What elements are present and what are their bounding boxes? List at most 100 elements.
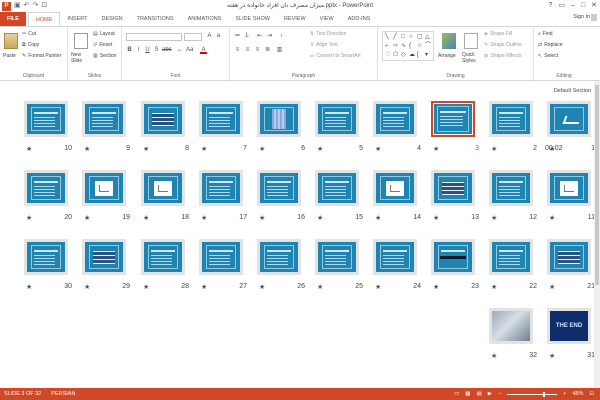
zoom-in-button[interactable]: + [563,388,566,400]
slide-thumbnail[interactable] [431,170,475,206]
slide-thumbnail[interactable] [257,101,301,137]
tab-view[interactable]: VIEW [313,12,341,26]
animation-star-icon[interactable]: ★ [26,145,32,153]
animation-star-icon[interactable]: ★ [259,283,265,291]
zoom-out-button[interactable]: − [498,388,501,400]
animation-star-icon[interactable]: ★ [375,283,381,291]
animation-star-icon[interactable]: ★ [201,145,207,153]
reset-button[interactable]: ↺ Reset [93,42,112,48]
replace-button[interactable]: ⇄ Replace [538,42,563,48]
convert-smartart-button[interactable]: ⚏ Convert to SmartArt [310,53,361,59]
arrange-icon[interactable] [442,33,456,49]
slide-thumbnail[interactable] [24,170,68,206]
animation-star-icon[interactable]: ★ [491,145,497,153]
slide-thumbnail[interactable] [315,170,359,206]
star-shape-icon[interactable]: ☆ [417,43,422,49]
rectangle-shape-icon[interactable]: □ [401,34,405,40]
slide-thumbnail[interactable] [489,170,533,206]
help-button[interactable]: ? [548,1,552,11]
slide-sorter-view-icon[interactable]: ▦ [465,388,470,400]
slide-thumbnail[interactable] [141,239,185,275]
copy-button[interactable]: ⧉ Copy [22,42,39,48]
slide-thumbnail[interactable] [141,170,185,206]
slide-thumbnail[interactable] [373,170,417,206]
vertical-scrollbar[interactable] [594,81,600,388]
slide-thumbnail[interactable] [431,239,475,275]
tab-slide-show[interactable]: SLIDE SHOW [228,12,277,26]
arrange-button[interactable]: Arrange [438,53,456,59]
animation-star-icon[interactable]: ★ [259,145,265,153]
animation-star-icon[interactable]: ★ [491,283,497,291]
bullets-icon[interactable]: ≔ [234,33,241,40]
more-shapes-icon[interactable]: ▾ [425,52,428,58]
rounded-rect-shape-icon[interactable]: ▢ [417,34,423,40]
quick-styles-button[interactable]: Quick Styles [462,52,482,64]
shadow-icon[interactable]: S [153,47,160,54]
slide-thumbnail[interactable] [141,101,185,137]
scrollbar-thumb[interactable] [595,85,599,285]
numbering-icon[interactable]: ⒈ [244,33,251,40]
animation-star-icon[interactable]: ★ [549,283,555,291]
underline-icon[interactable]: U [144,47,151,54]
tab-design[interactable]: DESIGN [95,12,130,26]
change-case-icon[interactable]: Aa [186,47,193,54]
minimize-button[interactable]: – [571,1,575,11]
reading-view-icon[interactable]: ▤ [477,388,482,400]
tab-home[interactable]: HOME [27,12,61,26]
align-center-icon[interactable]: ≡ [244,47,251,54]
slide-thumbnail[interactable] [24,239,68,275]
slide-thumbnail[interactable] [373,101,417,137]
arc-shape-icon[interactable]: ⌒ [425,43,431,49]
animation-star-icon[interactable]: ★ [143,145,149,153]
tab-transitions[interactable]: TRANSITIONS [130,12,181,26]
select-button[interactable]: ↖ Select [538,53,558,59]
new-slide-icon[interactable] [74,33,88,49]
slide-thumbnail[interactable] [82,101,126,137]
pentagon-shape-icon[interactable]: ⬠ [393,52,398,58]
triangle-shape-icon[interactable]: △ [425,34,430,40]
animation-star-icon[interactable]: ★ [491,214,497,222]
animation-star-icon[interactable]: ★ [26,214,32,222]
layout-button[interactable]: ▤ Layout [93,31,115,37]
slide-thumbnail[interactable] [547,239,591,275]
line-shape-icon-2[interactable]: ╱ [393,34,397,40]
shape-effects-button[interactable]: ◍ Shape Effects [484,53,521,59]
language-status[interactable]: PERSIAN [51,388,75,400]
zoom-level[interactable]: 48% [572,388,583,400]
animation-star-icon[interactable]: ★ [317,283,323,291]
slide-thumbnail[interactable]: THE END [547,308,591,344]
slide-thumbnail[interactable] [547,101,591,137]
columns-icon[interactable]: ▥ [276,47,283,54]
slide-thumbnail[interactable] [257,239,301,275]
animation-star-icon[interactable]: ★ [26,283,32,291]
section-button[interactable]: ▥ Section [93,53,116,59]
slideshow-view-icon[interactable]: ▶ [488,388,492,400]
animation-star-icon[interactable]: ★ [84,145,90,153]
animation-star-icon[interactable]: ★ [84,214,90,222]
increase-indent-icon[interactable]: ⇥ [266,33,273,40]
paste-icon[interactable] [4,33,18,49]
brace-shape-icon[interactable]: { [409,43,411,49]
format-painter-button[interactable]: ✎ Format Painter [22,53,61,59]
animation-star-icon[interactable]: ★ [375,214,381,222]
find-button[interactable]: ⌕ Find [538,31,553,37]
animation-star-icon[interactable]: ★ [143,283,149,291]
slide-thumbnail[interactable] [489,308,533,344]
slide-thumbnail[interactable] [82,170,126,206]
align-right-icon[interactable]: ≡ [254,47,261,54]
section-label[interactable]: Default Section [554,88,591,94]
animation-star-icon[interactable]: ★ [317,145,323,153]
slide-thumbnail[interactable] [547,170,591,206]
strikethrough-icon[interactable]: abc [162,47,172,54]
animation-star-icon[interactable]: ★ [433,214,439,222]
arrow-shape-icon[interactable]: ⇨ [393,43,398,49]
decrease-indent-icon[interactable]: ⇤ [256,33,263,40]
paste-button[interactable]: Paste [3,53,16,59]
slide-thumbnail[interactable] [199,239,243,275]
slide-thumbnail[interactable] [82,239,126,275]
line-shape-icon[interactable]: ╲ [385,34,389,40]
justify-icon[interactable]: ≣ [264,47,271,54]
animation-star-icon[interactable]: ★ [143,214,149,222]
slide-thumbnail[interactable] [489,101,533,137]
slide-thumbnail[interactable] [431,101,475,137]
